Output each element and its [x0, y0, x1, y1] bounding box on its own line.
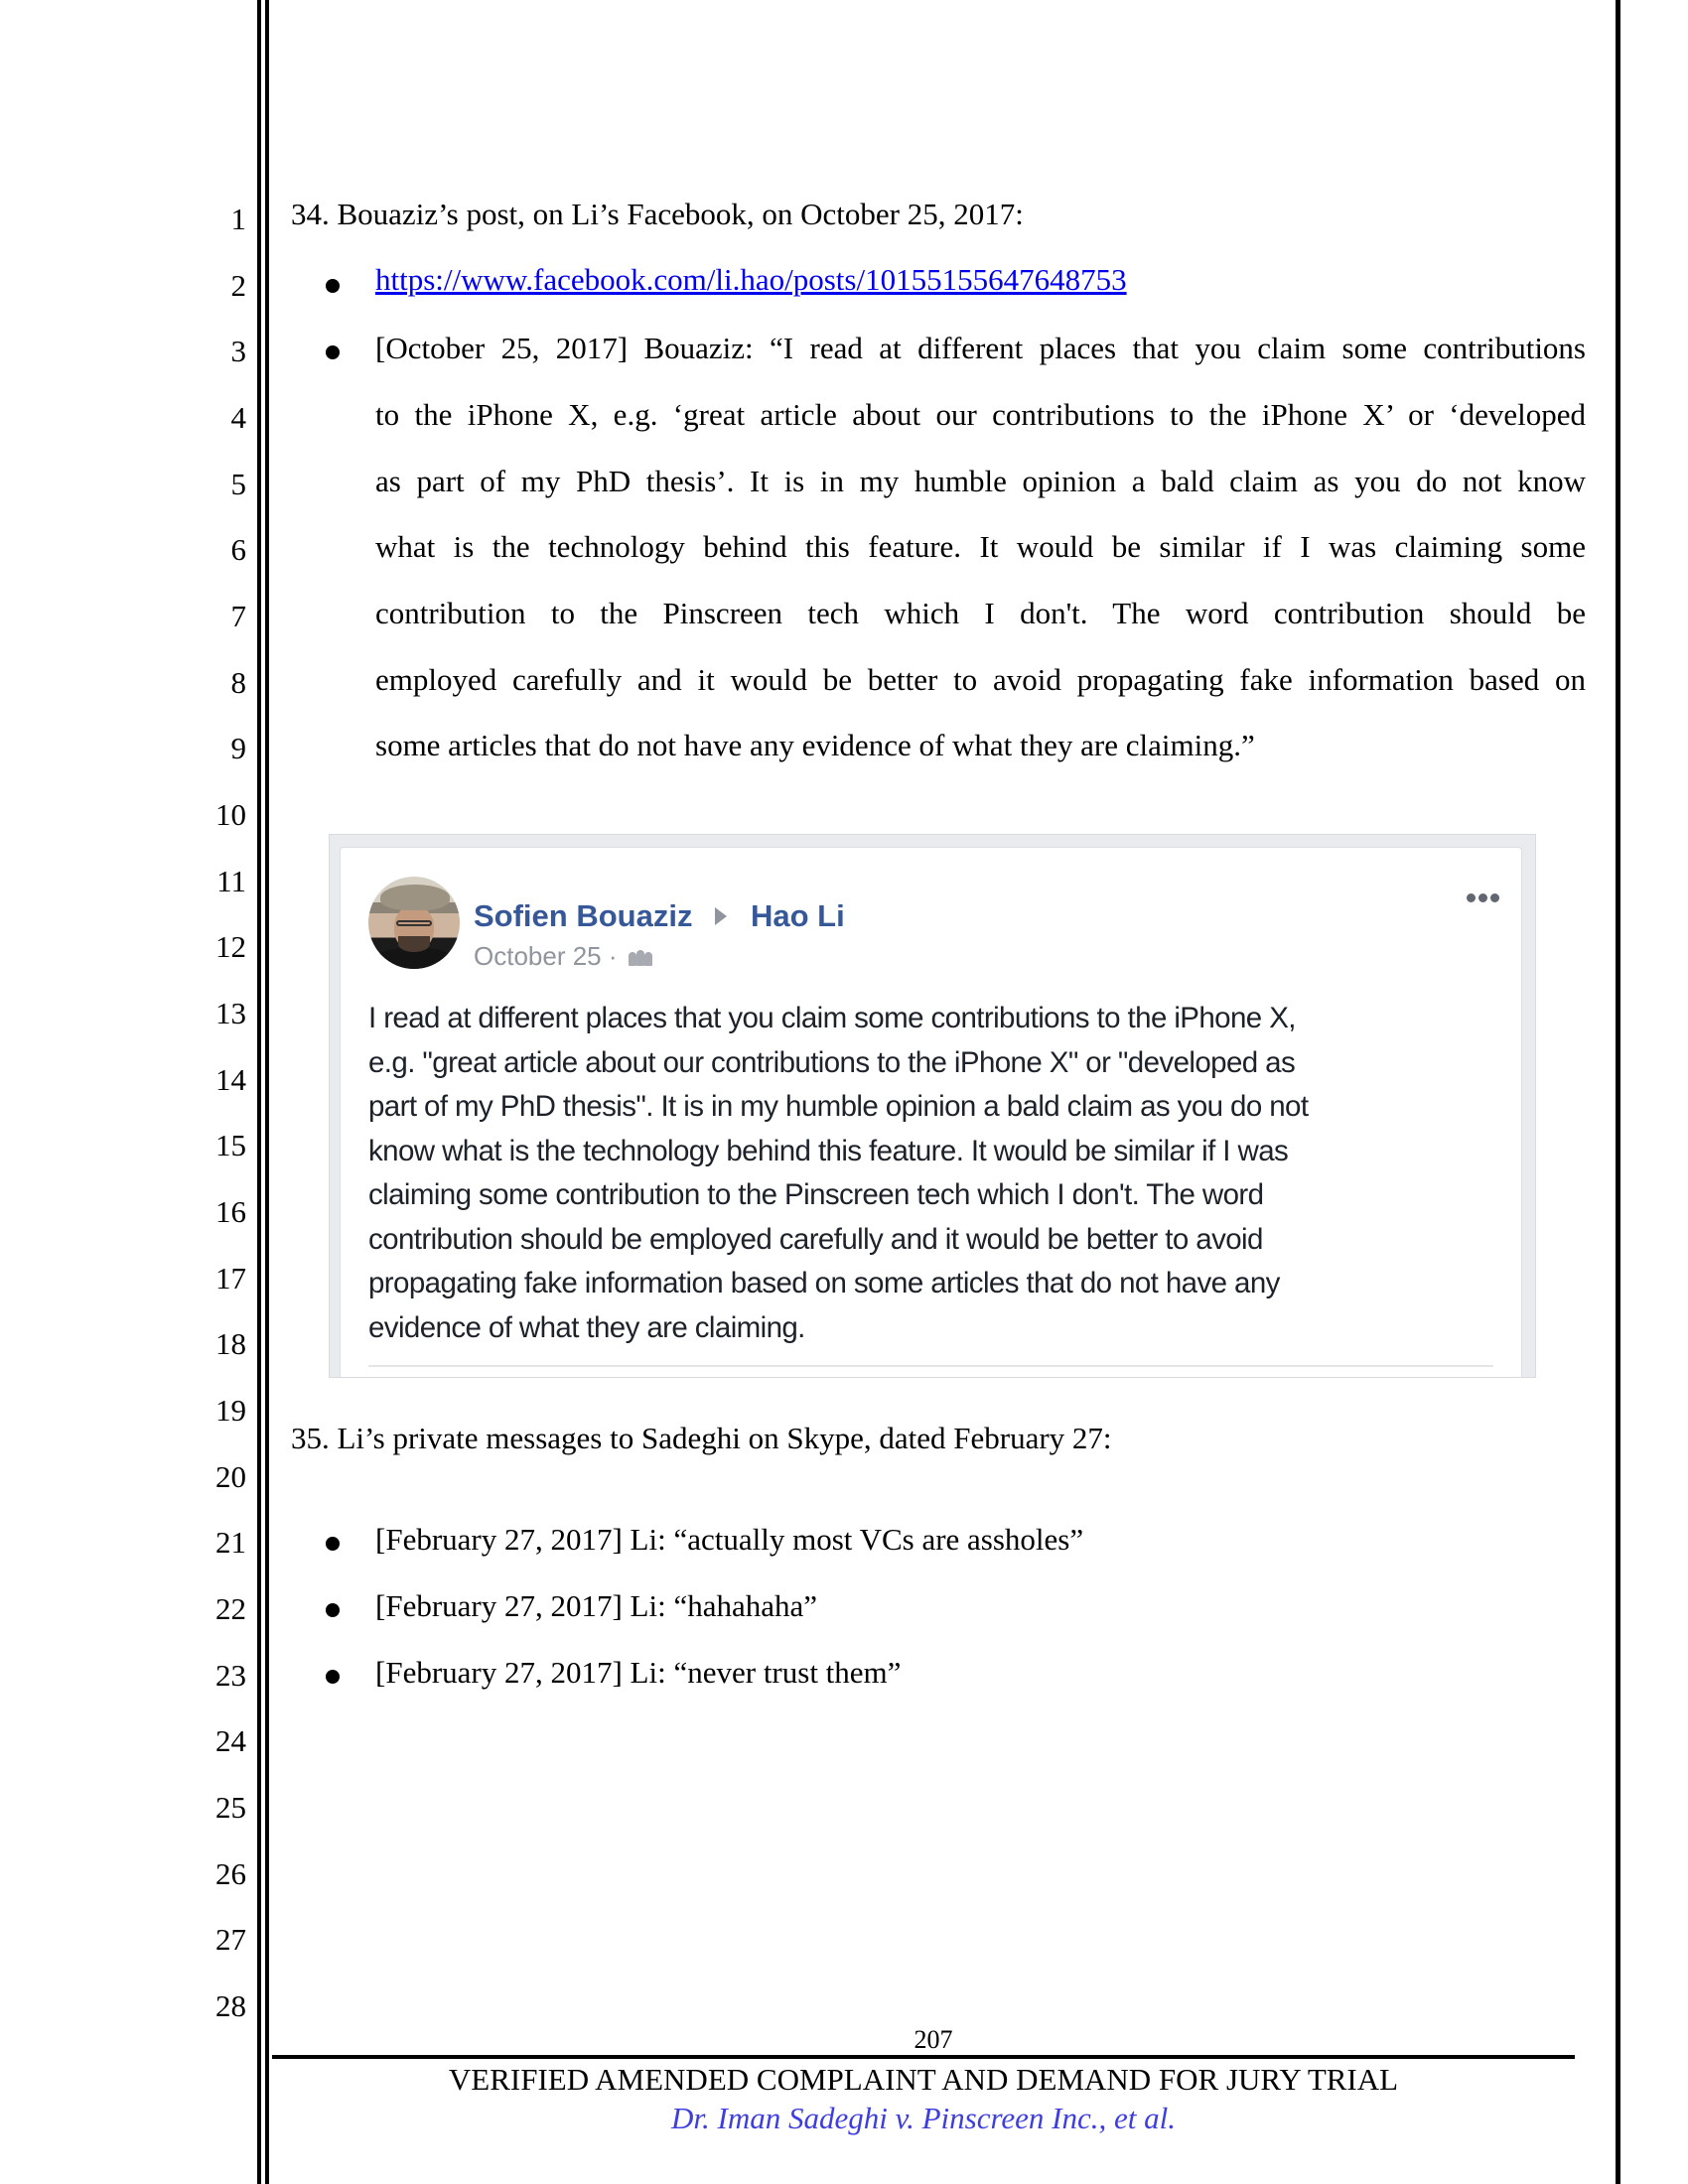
line-number: 28 [215, 1988, 246, 2024]
quote-line: some articles that do not have any evide… [375, 728, 1255, 763]
post-body-line: contribution should be employed carefull… [368, 1222, 1263, 1256]
facebook-post-link[interactable]: https://www.facebook.com/li.hao/posts/10… [375, 260, 1127, 300]
line-number: 27 [215, 1922, 246, 1958]
line-number: 10 [215, 797, 246, 833]
line-number: 5 [230, 466, 247, 501]
line-number: 17 [215, 1260, 246, 1296]
author-avatar[interactable] [368, 877, 460, 969]
skype-message: [February 27, 2017] Li: “never trust the… [375, 1654, 902, 1690]
line-number: 26 [215, 1855, 246, 1891]
bullet-icon [326, 1603, 340, 1618]
facebook-post-screenshot: Sofien Bouaziz Hao Li October 25 · I rea… [329, 834, 1536, 1378]
line-number: 14 [215, 1061, 246, 1097]
post-body-line: part of my PhD thesis". It is in my humb… [368, 1090, 1309, 1123]
post-body-line: I read at different places that you clai… [368, 1002, 1296, 1034]
bullet-icon [326, 1537, 340, 1552]
facebook-post-card: Sofien Bouaziz Hao Li October 25 · I rea… [340, 847, 1522, 1377]
post-body-line: evidence of what they are claiming. [368, 1310, 805, 1344]
skype-message: [February 27, 2017] Li: “actually most V… [375, 1522, 1084, 1558]
post-body-line: propagating fake information based on so… [368, 1267, 1280, 1299]
line-number: 20 [215, 1458, 246, 1494]
play-arrow-icon [715, 907, 727, 925]
quote-line: contribution to the Pinscreen tech which… [375, 596, 1586, 631]
line-number: 9 [230, 731, 247, 766]
margin-rule-right [1616, 0, 1620, 2184]
paragraph-35-heading: 35. Li’s private messages to Sadeghi on … [291, 1421, 1112, 1455]
page-number: 207 [914, 2025, 953, 2054]
post-divider [368, 1365, 1493, 1367]
quote-line: what is the technology behind this featu… [375, 529, 1586, 565]
line-number: 1 [230, 202, 247, 236]
line-number: 8 [230, 664, 247, 700]
line-number: 23 [215, 1657, 246, 1693]
post-body: I read at different places that you clai… [368, 997, 1500, 1350]
post-author-name[interactable]: Sofien Bouaziz [474, 899, 692, 933]
line-number: 15 [215, 1128, 246, 1163]
bullet-icon [326, 1669, 340, 1684]
line-number: 3 [230, 334, 247, 369]
skype-message: [February 27, 2017] Li: “hahahaha” [375, 1588, 818, 1624]
post-body-line: e.g. "great article about our contributi… [368, 1045, 1296, 1079]
line-number: 25 [215, 1790, 246, 1826]
bullet-icon [326, 279, 340, 293]
line-number: 12 [215, 929, 246, 965]
friends-icon[interactable] [628, 950, 652, 967]
margin-rule-left-inner [265, 0, 269, 2184]
post-target-name[interactable]: Hao Li [751, 899, 845, 933]
post-meta: October 25 · [474, 941, 652, 971]
line-number: 7 [230, 599, 247, 634]
line-number: 2 [230, 267, 247, 303]
line-number: 6 [230, 532, 247, 568]
line-number: 22 [215, 1591, 246, 1627]
line-number: 11 [216, 863, 246, 898]
quote-line: [October 25, 2017] Bouaziz: “I read at d… [375, 331, 1586, 366]
more-options-icon[interactable] [1467, 893, 1499, 902]
line-number: 16 [215, 1194, 246, 1230]
line-number: 24 [215, 1723, 246, 1759]
paragraph-34-heading: 34. Bouaziz’s post, on Li’s Facebook, on… [291, 197, 1024, 231]
footer-case-caption: Dr. Iman Sadeghi v. Pinscreen Inc., et a… [671, 2101, 1176, 2135]
line-number: 4 [230, 400, 247, 435]
post-date[interactable]: October 25 [474, 941, 602, 971]
line-number: 21 [215, 1525, 246, 1561]
footer-title: VERIFIED AMENDED COMPLAINT AND DEMAND FO… [448, 2062, 1399, 2097]
footer-rule [272, 2055, 1575, 2059]
post-body-line: know what is the technology behind this … [368, 1134, 1289, 1167]
quote-line: as part of my PhD thesis’. It is in my h… [375, 463, 1586, 498]
quote-line: employed carefully and it would be bette… [375, 661, 1586, 697]
line-number: 19 [215, 1393, 246, 1429]
margin-rule-left-outer [257, 0, 261, 2184]
bullet-icon [326, 345, 340, 359]
quote-line: to the iPhone X, e.g. ‘great article abo… [375, 397, 1586, 432]
line-number: 18 [215, 1326, 246, 1362]
line-number: 13 [215, 996, 246, 1031]
meta-separator: · [608, 941, 618, 971]
post-body-line: claiming some contribution to the Pinscr… [368, 1178, 1264, 1211]
